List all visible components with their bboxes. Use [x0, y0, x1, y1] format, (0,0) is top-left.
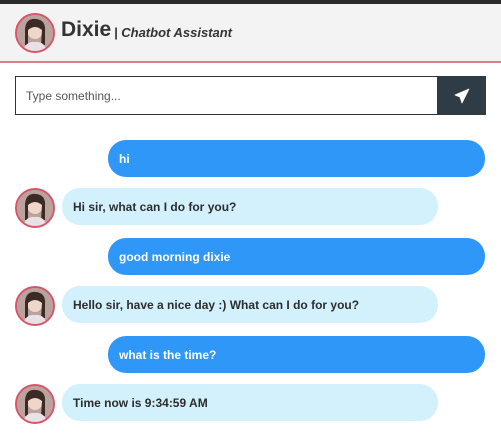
user-message: hi: [108, 140, 485, 177]
message-text: hi: [119, 151, 130, 166]
bot-subtitle: | Chatbot Assistant: [114, 25, 232, 40]
message-input[interactable]: [15, 76, 437, 115]
message-text: Time now is 9:34:59 AM: [73, 395, 208, 410]
composer: [15, 76, 486, 115]
bot-avatar-image: [17, 288, 53, 324]
message-text: Hello sir, have a nice day :) What can I…: [73, 297, 360, 312]
bot-avatar: [15, 13, 55, 53]
message-text: good morning dixie: [119, 249, 231, 264]
bot-message: Hello sir, have a nice day :) What can I…: [62, 286, 438, 323]
bot-avatar: [15, 188, 55, 228]
bot-avatar-image: [17, 15, 53, 51]
send-button[interactable]: [437, 76, 486, 115]
user-message: what is the time?: [108, 336, 485, 373]
bot-avatar-image: [17, 190, 53, 226]
bot-avatar-image: [17, 386, 53, 422]
bot-message: Time now is 9:34:59 AM: [62, 384, 438, 421]
bot-avatar: [15, 286, 55, 326]
bot-name: Dixie: [61, 18, 112, 41]
message-text: Hi sir, what can I do for you?: [73, 199, 237, 214]
chat-header: Dixie | Chatbot Assistant: [0, 4, 501, 63]
bot-avatar: [15, 384, 55, 424]
paper-plane-icon: [454, 88, 469, 103]
bot-message: Hi sir, what can I do for you?: [62, 188, 438, 225]
message-text: what is the time?: [119, 347, 217, 362]
user-message: good morning dixie: [108, 238, 485, 275]
